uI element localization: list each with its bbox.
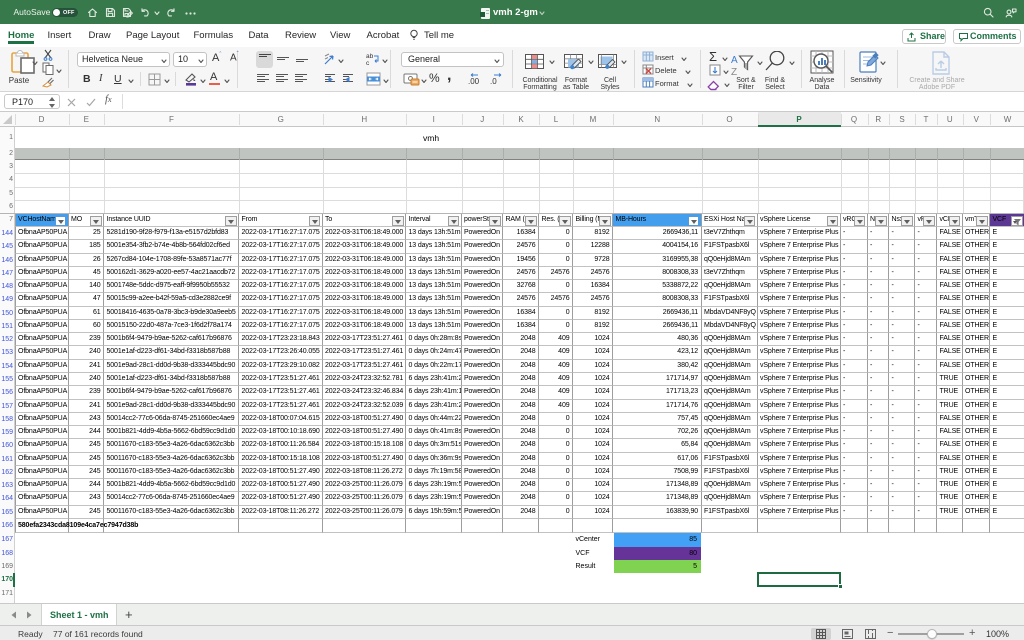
svg-text:A: A — [731, 55, 738, 66]
svg-text:ab: ab — [366, 53, 374, 60]
svg-text:.00: .00 — [468, 77, 480, 85]
svg-text:c: c — [366, 60, 370, 66]
svg-text:.0: .0 — [490, 77, 497, 85]
